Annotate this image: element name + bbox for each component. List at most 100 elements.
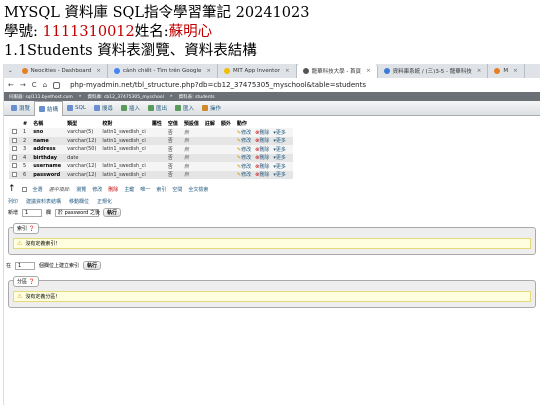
row-checkbox[interactable] bbox=[12, 146, 17, 152]
header-type: 類型 bbox=[64, 119, 100, 128]
row-checkbox-cell[interactable] bbox=[9, 162, 20, 171]
header-attributes: 屬性 bbox=[148, 119, 165, 128]
delete-link[interactable]: ⊗刪除 bbox=[255, 130, 269, 136]
row-checkbox[interactable] bbox=[12, 154, 17, 160]
row-checkbox[interactable] bbox=[12, 171, 17, 177]
pma-tab[interactable]: 插入 bbox=[117, 101, 144, 116]
pma-tab-label: 結構 bbox=[47, 106, 59, 113]
browser-tab[interactable]: Neocities - Dashboard × bbox=[16, 64, 108, 78]
normalize-link[interactable]: 正規化 bbox=[97, 198, 112, 205]
pma-tab[interactable]: 結構 bbox=[34, 100, 64, 116]
close-icon[interactable]: × bbox=[206, 68, 211, 74]
edit-link[interactable]: ✎修改 bbox=[237, 147, 251, 153]
bulk-index[interactable]: 索引 bbox=[156, 186, 166, 193]
edit-link[interactable]: ✎修改 bbox=[237, 172, 251, 178]
add-column-go-button[interactable]: 執行 bbox=[103, 208, 122, 217]
add-column-position-select[interactable]: 於 password 之後 bbox=[55, 208, 100, 217]
pma-tab[interactable]: SQL bbox=[63, 101, 90, 116]
delete-link[interactable]: ⊗刪除 bbox=[255, 172, 269, 178]
check-all-checkbox[interactable] bbox=[21, 186, 27, 192]
more-link[interactable]: ▾更多 bbox=[273, 164, 286, 170]
delete-link[interactable]: ⊗刪除 bbox=[255, 138, 269, 144]
row-checkbox[interactable] bbox=[12, 137, 17, 143]
warning-icon: ⚠ bbox=[17, 240, 23, 247]
more-link[interactable]: ▾更多 bbox=[273, 147, 286, 153]
bulk-primary[interactable]: 主鍵 bbox=[124, 186, 134, 193]
partitions-legend[interactable]: 分區 ❓ bbox=[13, 276, 39, 287]
bulk-delete[interactable]: 刪除 bbox=[108, 186, 118, 193]
check-all-label[interactable]: 全選 bbox=[33, 186, 43, 193]
breadcrumb-database[interactable]: 資料庫: cb12_37475305_myschool bbox=[88, 94, 164, 100]
create-index-count-input[interactable]: 1 bbox=[15, 261, 36, 270]
bulk-fulltext[interactable]: 全文檢索 bbox=[188, 186, 208, 193]
row-checkbox-cell[interactable] bbox=[9, 136, 20, 145]
back-icon[interactable]: ← bbox=[8, 81, 14, 89]
bulk-edit[interactable]: 修改 bbox=[92, 186, 102, 193]
close-icon[interactable]: × bbox=[96, 68, 101, 74]
pma-tab[interactable]: 操作 bbox=[198, 101, 225, 116]
table-row: 2 name varchar(12) latin1_swedish_ci 否無 ✎修改 ⊗刪… bbox=[9, 136, 293, 145]
move-columns-link[interactable]: 移動欄位 bbox=[69, 198, 89, 205]
close-icon[interactable]: × bbox=[513, 68, 518, 74]
reload-icon[interactable]: C bbox=[32, 81, 37, 89]
more-link[interactable]: ▾更多 bbox=[273, 130, 286, 136]
browser-tab[interactable]: 龍華科技大學 - 首頁 × bbox=[296, 64, 378, 78]
bulk-browse[interactable]: 瀏覽 bbox=[76, 186, 86, 193]
tab-icon bbox=[174, 105, 181, 111]
more-link[interactable]: ▾更多 bbox=[273, 138, 286, 144]
forward-icon[interactable]: → bbox=[20, 81, 26, 89]
close-icon[interactable]: × bbox=[366, 68, 371, 74]
propose-structure-link[interactable]: 建議資料表結構 bbox=[26, 198, 61, 205]
home-icon[interactable]: ⌂ bbox=[43, 81, 47, 89]
row-actions: ✎修改 ⊗刪除 ▾更多 bbox=[233, 136, 293, 145]
row-checkbox[interactable] bbox=[12, 129, 17, 135]
url-field[interactable]: php-myadmin.net/tbl_structure.php?db=cb1… bbox=[70, 81, 366, 89]
row-checkbox-cell[interactable] bbox=[9, 128, 20, 137]
bulk-spatial[interactable]: 空間 bbox=[172, 186, 182, 193]
delete-link[interactable]: ⊗刪除 bbox=[255, 147, 269, 153]
add-column-count-input[interactable]: 1 bbox=[22, 208, 43, 217]
create-index-go-button[interactable]: 執行 bbox=[83, 261, 102, 270]
tab-list-chevron-icon[interactable]: ⌄ bbox=[8, 68, 13, 74]
pma-tab[interactable]: 搜尋 bbox=[90, 101, 117, 116]
pma-tab[interactable]: 匯入 bbox=[171, 101, 198, 116]
edit-link[interactable]: ✎修改 bbox=[237, 138, 251, 144]
pma-tab-label: 瀏覽 bbox=[19, 106, 31, 112]
column-default: 無 bbox=[180, 136, 202, 145]
address-bar: ← → C ⌂ php-myadmin.net/tbl_structure.ph… bbox=[4, 78, 540, 92]
browser-tab[interactable]: MIT App Inventor × bbox=[218, 64, 297, 78]
pma-tab[interactable]: 瀏覽 bbox=[7, 101, 34, 116]
delete-link[interactable]: ⊗刪除 bbox=[255, 155, 269, 161]
close-icon[interactable]: × bbox=[285, 68, 290, 74]
browser-tab[interactable]: M × bbox=[488, 64, 525, 78]
browser-tab[interactable]: 資料庫系統 / (三)3-5 - 龍華科技 × bbox=[378, 64, 489, 78]
edit-link[interactable]: ✎修改 bbox=[237, 164, 251, 170]
edit-link[interactable]: ✎修改 bbox=[237, 130, 251, 136]
table-row: 3 address varchar(50) latin1_swedish_ci 否無 ✎修… bbox=[9, 145, 293, 154]
column-attributes bbox=[148, 136, 165, 145]
row-checkbox-cell[interactable] bbox=[9, 170, 20, 179]
column-null: 否 bbox=[164, 145, 181, 154]
column-comments bbox=[201, 162, 218, 171]
browser-tab[interactable]: cành chiết - Tìm trên Google × bbox=[108, 64, 218, 78]
edit-link[interactable]: ✎修改 bbox=[237, 155, 251, 161]
site-info-icon[interactable] bbox=[53, 81, 61, 89]
delete-link[interactable]: ⊗刪除 bbox=[255, 164, 269, 170]
breadcrumb-server[interactable]: 伺服器: sql111.byethost.com bbox=[9, 94, 73, 100]
column-comments bbox=[201, 128, 218, 137]
row-checkbox[interactable] bbox=[12, 163, 17, 169]
close-icon[interactable]: × bbox=[477, 68, 482, 74]
row-checkbox-cell[interactable] bbox=[9, 153, 20, 162]
column-default: 無 bbox=[180, 162, 202, 171]
indexes-legend[interactable]: 索引 ❓ bbox=[13, 223, 39, 234]
breadcrumb-table[interactable]: 資料表: students bbox=[179, 94, 215, 100]
tab-icon bbox=[120, 105, 127, 111]
pma-tab[interactable]: 匯出 bbox=[144, 101, 171, 116]
tab-icon bbox=[39, 105, 46, 112]
bulk-unique[interactable]: 唯一 bbox=[140, 186, 150, 193]
column-extra bbox=[217, 128, 234, 137]
print-link[interactable]: 列印 bbox=[8, 198, 18, 205]
row-checkbox-cell[interactable] bbox=[9, 145, 20, 154]
more-link[interactable]: ▾更多 bbox=[273, 155, 286, 161]
more-link[interactable]: ▾更多 bbox=[273, 172, 286, 178]
